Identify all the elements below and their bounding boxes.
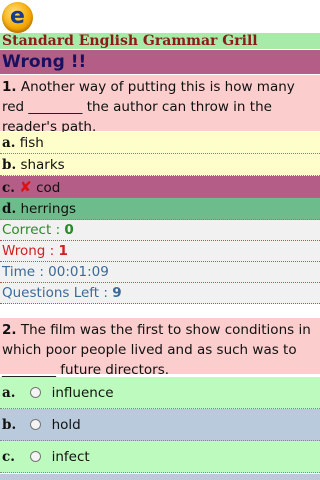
question-text: Another way of putting this is how many … [2,79,295,135]
answer-option-c-selected-wrong[interactable]: c. ✘ cod [0,176,320,198]
radio-button[interactable] [30,386,42,398]
app-logo-icon: e [2,2,33,33]
option-letter: b. [2,157,17,173]
answer-option-d-correct[interactable]: d. herrings [0,198,320,220]
radio-button[interactable] [30,450,42,462]
radio-button[interactable] [30,418,42,430]
option-text: sharks [20,157,65,173]
answer-option-a[interactable]: a. fish [0,132,320,154]
questions-left-value: 9 [112,285,122,301]
questions-left-label: Questions Left : [2,285,113,301]
option-letter: c. [2,449,15,465]
option-letter: b. [2,417,17,433]
logo-letter: e [10,4,25,29]
wrong-value: 1 [58,243,68,259]
answer-option-b[interactable]: b. sharks [0,154,320,176]
question-1: 1. Another way of putting this is how ma… [0,75,320,135]
option-letter: a. [2,385,16,401]
correct-count: Correct : 0 [0,220,320,241]
elapsed-time: Time : 00:01:09 [0,262,320,283]
wrong-count: Wrong : 1 [0,241,320,262]
question-number: 2. [2,322,17,338]
answer-option-a[interactable]: a. influence [0,377,320,409]
question-2: 2. The film was the first to show condit… [0,318,320,378]
answer-option-b[interactable]: b. hold [0,409,320,441]
wrong-label: Wrong : [2,243,59,259]
option-text: hold [51,417,81,433]
option-letter: d. [2,201,17,217]
next-option-strip [0,474,320,480]
option-letter: c. [2,180,15,196]
option-text: cod [36,180,61,196]
questions-left: Questions Left : 9 [0,283,320,304]
result-banner: Wrong !! [0,50,320,74]
question-number: 1. [2,79,17,95]
question-text: The film was the first to show condition… [2,322,311,378]
correct-label: Correct : [2,222,65,238]
option-text: influence [51,385,114,401]
option-text: fish [19,135,44,151]
answer-option-c[interactable]: c. infect [0,441,320,473]
wrong-x-icon: ✘ [19,178,32,196]
option-letter: a. [2,135,16,151]
option-text: herrings [20,201,77,217]
correct-value: 0 [64,222,74,238]
option-text: infect [51,449,90,465]
app-title: Standard English Grammar Grill [0,33,320,49]
